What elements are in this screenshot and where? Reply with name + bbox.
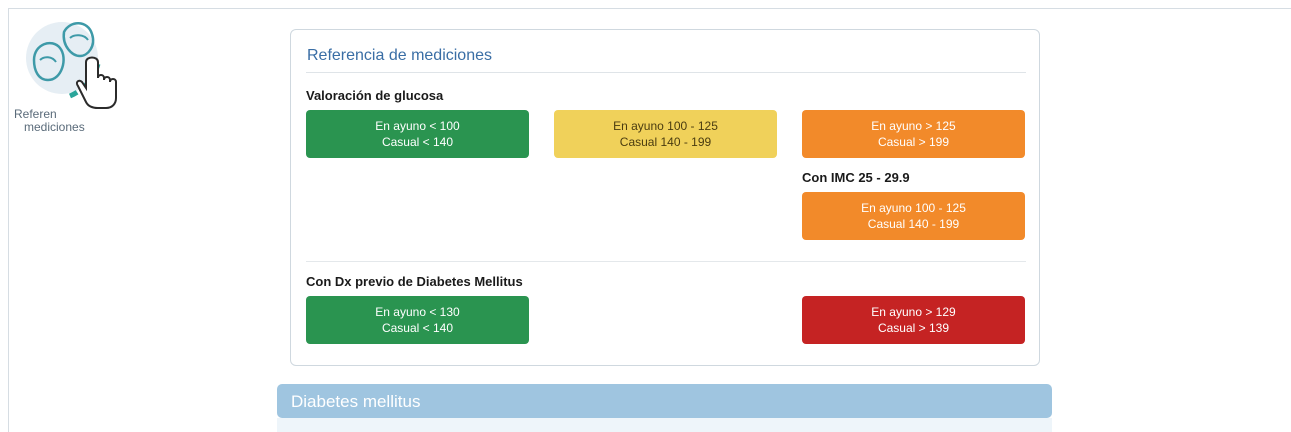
launcher-label-line2: mediciones xyxy=(24,120,85,134)
diabetes-normal-range[interactable]: En ayuno < 130 Casual < 140 xyxy=(306,296,529,344)
diabetes-mellitus-section-header[interactable]: Diabetes mellitus xyxy=(277,384,1052,418)
left-border xyxy=(8,8,9,432)
range-fasting: En ayuno < 100 xyxy=(375,119,460,133)
diabetes-mellitus-section-body xyxy=(277,418,1052,432)
diabetes-high-range[interactable]: En ayuno > 129 Casual > 139 xyxy=(802,296,1025,344)
panel-title-divider xyxy=(306,72,1026,73)
glucose-section-label: Valoración de glucosa xyxy=(306,88,444,103)
range-casual: Casual < 140 xyxy=(381,321,454,335)
range-casual: Casual > 139 xyxy=(877,321,950,335)
range-fasting: En ayuno 100 - 125 xyxy=(613,119,718,133)
range-fasting: En ayuno < 130 xyxy=(375,305,460,319)
imc-range[interactable]: En ayuno 100 - 125 Casual 140 - 199 xyxy=(802,192,1025,240)
section-divider xyxy=(306,261,1026,262)
patients-with-cursor-icon xyxy=(26,22,117,109)
reference-launcher-button[interactable]: Referen mediciones xyxy=(14,12,117,134)
reference-launcher-label: Referen mediciones xyxy=(14,108,114,134)
range-fasting: En ayuno > 129 xyxy=(871,305,956,319)
top-border xyxy=(8,8,1291,9)
range-fasting: En ayuno 100 - 125 xyxy=(861,201,966,215)
range-casual: Casual 140 - 199 xyxy=(619,135,712,149)
imc-section-label: Con IMC 25 - 29.9 xyxy=(802,170,910,185)
glucose-warning-range[interactable]: En ayuno 100 - 125 Casual 140 - 199 xyxy=(554,110,777,158)
diabetes-section-label: Con Dx previo de Diabetes Mellitus xyxy=(306,274,523,289)
glucose-high-range[interactable]: En ayuno > 125 Casual > 199 xyxy=(802,110,1025,158)
measurement-reference-panel: Referencia de mediciones Valoración de g… xyxy=(290,29,1040,366)
range-casual: Casual > 199 xyxy=(877,135,950,149)
range-casual: Casual 140 - 199 xyxy=(867,217,960,231)
section-header-title: Diabetes mellitus xyxy=(291,392,421,411)
panel-title: Referencia de mediciones xyxy=(307,47,492,64)
glucose-normal-range[interactable]: En ayuno < 100 Casual < 140 xyxy=(306,110,529,158)
range-casual: Casual < 140 xyxy=(381,135,454,149)
range-fasting: En ayuno > 125 xyxy=(871,119,956,133)
